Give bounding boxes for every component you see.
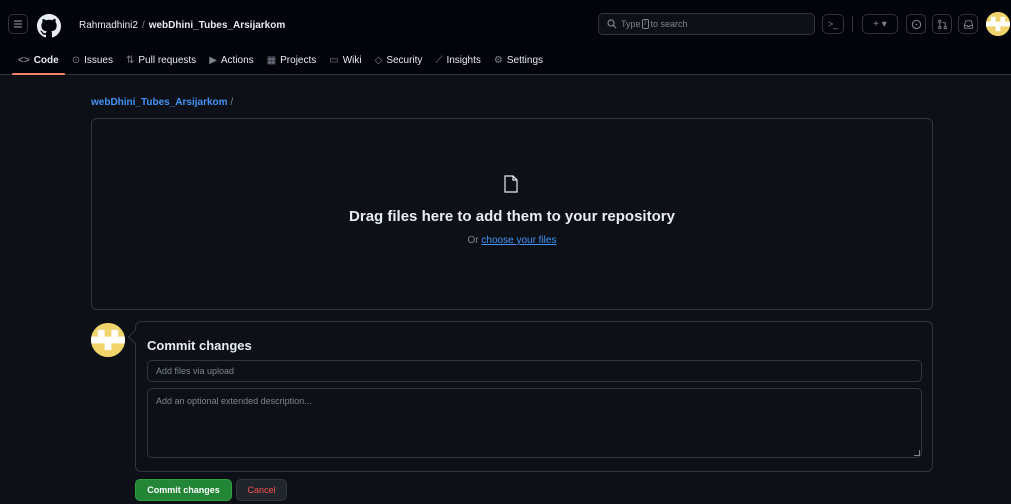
drop-zone-title: Drag files here to add them to your repo… [349, 208, 675, 225]
path-separator: / [230, 97, 234, 108]
git-pull-request-icon [937, 19, 947, 29]
or-text: Or [467, 235, 479, 246]
commit-summary-input[interactable] [147, 360, 922, 382]
tab-label: Actions [220, 54, 254, 66]
table-icon: ▦ [266, 54, 277, 66]
tab-insights[interactable]: ⟋ Insights [435, 46, 480, 74]
repo-link[interactable]: webDhini_Tubes_Arsijarkom [149, 20, 286, 31]
tab-projects[interactable]: ▦ Projects [267, 46, 317, 74]
pull-requests-button[interactable] [932, 14, 952, 34]
top-header: Rahmadhini2/webDhini_Tubes_Arsijarkom Ty… [0, 0, 1011, 75]
shield-icon: ◇ [374, 54, 383, 66]
issue-opened-icon: ⊙ [71, 54, 81, 66]
tab-label: Pull requests [138, 54, 197, 66]
breadcrumb-separator: / [141, 20, 145, 31]
repo-nav-tabs: <> Code ⊙ Issues ⇅ Pull requests ▶ Actions ▦… [0, 46, 556, 75]
repo-root-link[interactable]: webDhini_Tubes_Arsijarkom [91, 97, 228, 108]
inbox-button[interactable] [958, 14, 978, 34]
identicon-icon [986, 12, 1010, 36]
top-bar: Rahmadhini2/webDhini_Tubes_Arsijarkom Ty… [0, 8, 1011, 40]
terminal-icon: >_ [827, 19, 839, 29]
command-palette-button[interactable]: >_ [822, 14, 844, 34]
repo-breadcrumb: Rahmadhini2/ webDhini_Tubes_Arsijarkom [79, 20, 285, 31]
issues-button[interactable] [906, 14, 926, 34]
user-avatar[interactable] [986, 12, 1010, 36]
choose-files-link[interactable]: choose your files [481, 235, 556, 246]
issue-opened-icon [911, 19, 921, 29]
resize-handle-icon[interactable] [914, 450, 920, 456]
tab-actions[interactable]: ▶ Actions [209, 46, 254, 74]
panel-pointer [127, 329, 143, 345]
tab-pull-requests[interactable]: ⇅ Pull requests [126, 46, 196, 74]
tab-label: Settings [506, 54, 544, 66]
owner-link[interactable]: Rahmadhini2 [79, 20, 138, 31]
hamburger-menu-button[interactable] [8, 14, 28, 34]
tab-label: Issues [84, 54, 113, 66]
search-suffix: to search [650, 19, 688, 29]
menu-icon [14, 20, 22, 28]
tab-label: Insights [446, 54, 481, 66]
gear-icon: ⚙ [493, 54, 503, 66]
inbox-icon [963, 19, 973, 29]
tab-code[interactable]: <> Code [12, 46, 65, 75]
upload-breadcrumb: webDhini_Tubes_Arsijarkom / [91, 97, 233, 108]
tab-settings[interactable]: ⚙ Settings [494, 46, 543, 74]
git-pull-request-icon: ⇅ [125, 54, 135, 66]
code-icon: <> [18, 54, 30, 66]
book-icon: ▭ [329, 54, 339, 66]
github-logo-icon[interactable] [37, 14, 61, 38]
commit-description-input[interactable] [147, 388, 922, 458]
file-drop-zone[interactable]: Drag files here to add them to your repo… [91, 118, 933, 310]
create-new-button[interactable]: + ▾ [862, 14, 898, 34]
tab-issues[interactable]: ⊙ Issues [72, 46, 113, 74]
tab-wiki[interactable]: ▭ Wiki [329, 46, 361, 74]
commit-title: Commit changes [147, 338, 252, 353]
search-input[interactable]: Type / to search [598, 13, 815, 35]
commit-changes-button[interactable]: Commit changes [135, 479, 232, 501]
tab-label: Wiki [342, 54, 362, 66]
cancel-button[interactable]: Cancel [236, 479, 287, 501]
play-icon: ▶ [209, 54, 217, 66]
drop-zone-subtext: Or choose your files [92, 235, 932, 246]
search-shortcut-key: / [641, 19, 650, 29]
file-icon [504, 175, 518, 193]
tab-label: Security [386, 54, 423, 66]
tab-label: Code [33, 54, 59, 66]
search-prefix: Type [621, 19, 641, 29]
search-icon [607, 19, 617, 29]
identicon-icon [91, 323, 125, 357]
tab-security[interactable]: ◇ Security [375, 46, 423, 74]
plus-icon: + ▾ [873, 18, 887, 30]
commit-author-avatar [91, 323, 125, 357]
header-divider [852, 16, 853, 32]
commit-changes-panel: Commit changes [127, 321, 933, 472]
tab-label: Projects [280, 54, 317, 66]
graph-icon: ⟋ [435, 54, 443, 66]
